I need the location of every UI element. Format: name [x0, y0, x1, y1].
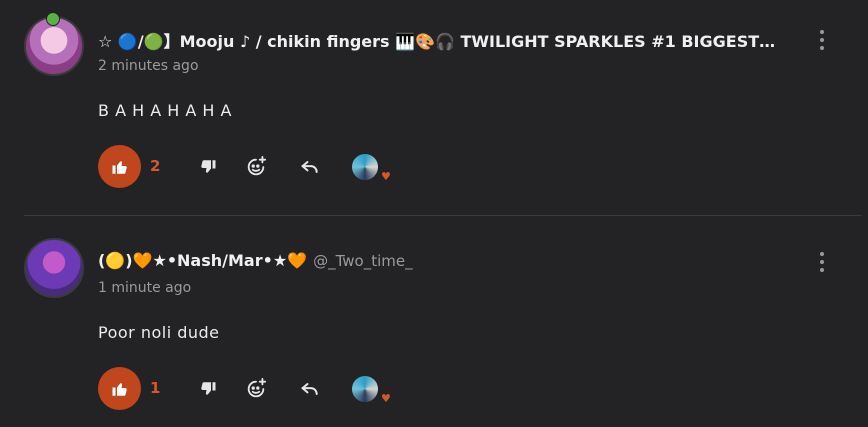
dislike-button[interactable]	[196, 377, 220, 401]
thumbs-down-icon	[201, 382, 216, 395]
reply-button[interactable]	[298, 155, 322, 179]
reacted-user-avatar[interactable]	[350, 374, 380, 404]
timestamp[interactable]: 1 minute ago	[98, 280, 191, 296]
comment-text: Poor noli dude	[98, 323, 220, 342]
dislike-button[interactable]	[196, 155, 220, 179]
thumbs-up-icon	[112, 160, 127, 174]
timestamp[interactable]: 2 minutes ago	[98, 58, 199, 74]
comment-actions: 1 ♥	[98, 367, 418, 411]
avatar[interactable]	[24, 238, 84, 298]
thumbs-up-icon	[112, 382, 127, 396]
reply-icon	[301, 383, 318, 395]
like-count: 2	[150, 157, 161, 175]
more-options-icon[interactable]	[816, 30, 828, 50]
heart-icon: ♥	[381, 392, 391, 405]
reply-button[interactable]	[298, 377, 322, 401]
add-emoji-icon	[247, 156, 267, 176]
username[interactable]: (🟡)🧡★•Nash/Mar•★🧡	[98, 251, 307, 270]
add-emoji-icon	[247, 378, 267, 398]
reacted-user-avatar[interactable]	[350, 152, 380, 182]
comment-header: (🟡)🧡★•Nash/Mar•★🧡 @_Two_time_	[98, 250, 413, 270]
avatar-badge-icon	[46, 12, 60, 26]
add-reaction-button[interactable]	[244, 155, 268, 179]
reply-icon	[301, 161, 318, 173]
like-button[interactable]	[98, 367, 141, 410]
more-options-icon[interactable]	[816, 252, 828, 272]
comment-text: B A H A H A H A	[98, 101, 232, 120]
username[interactable]: ☆ 🔵/🟢】Mooju ♪ / chikin fingers 🎹🎨🎧 TWILI…	[98, 28, 775, 52]
comment-actions: 2 ♥	[98, 145, 418, 189]
comment-header: ☆ 🔵/🟢】Mooju ♪ / chikin fingers 🎹🎨🎧 TWILI…	[98, 28, 775, 52]
thumbs-down-icon	[201, 160, 216, 173]
like-count: 1	[150, 379, 161, 397]
add-reaction-button[interactable]	[244, 377, 268, 401]
user-handle[interactable]: @_Two_time_	[313, 252, 413, 270]
divider	[24, 215, 862, 216]
heart-icon: ♥	[381, 170, 391, 183]
like-button[interactable]	[98, 145, 141, 188]
